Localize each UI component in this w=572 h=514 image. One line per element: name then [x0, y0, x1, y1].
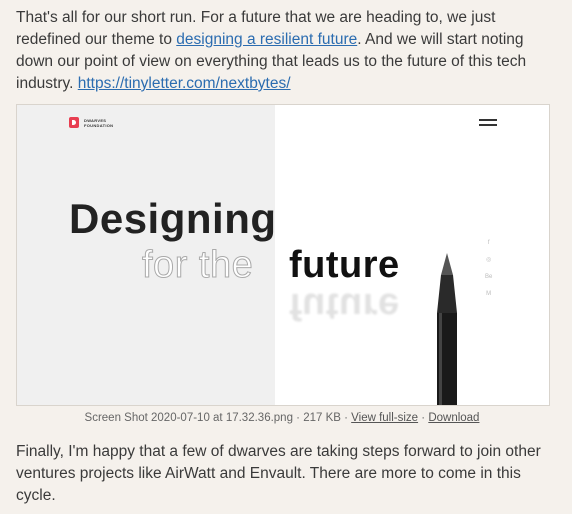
headline-future: future	[289, 244, 400, 286]
dwarves-logo: DWARVES FOUNDATION	[69, 117, 113, 128]
image-caption: Screen Shot 2020-07-10 at 17.32.36.png ·…	[84, 412, 480, 424]
headline-future-reflection: future	[289, 285, 400, 327]
behance-icon: Be	[485, 274, 493, 280]
facebook-icon: f	[487, 240, 490, 246]
hamburger-menu-icon	[479, 119, 497, 129]
medium-icon: M	[486, 291, 492, 297]
caption-filename: Screen Shot 2020-07-10 at 17.32.36.png	[84, 412, 293, 424]
caption-size: 217 KB	[303, 412, 341, 424]
screenshot-image[interactable]: DWARVES FOUNDATION Designing for the fut…	[16, 104, 550, 406]
logo-text-line2: FOUNDATION	[84, 122, 114, 128]
headline-designing: Designing	[69, 195, 277, 242]
tinyletter-link[interactable]: https://tinyletter.com/nextbytes/	[78, 75, 291, 92]
logo-icon	[69, 117, 79, 128]
pencil-icon	[437, 253, 457, 405]
social-icons: f ◎ Be M	[485, 235, 492, 303]
view-full-size-link[interactable]: View full-size	[351, 412, 418, 424]
download-link[interactable]: Download	[428, 412, 479, 424]
paragraph-closing: Finally, I'm happy that a few of dwarves…	[16, 443, 541, 504]
headline-for-the: for the	[141, 244, 254, 287]
paragraph-intro: That's all for our short run. For a futu…	[16, 7, 556, 95]
resilient-future-link[interactable]: designing a resilient future	[176, 31, 357, 48]
dribbble-icon: ◎	[486, 257, 492, 263]
